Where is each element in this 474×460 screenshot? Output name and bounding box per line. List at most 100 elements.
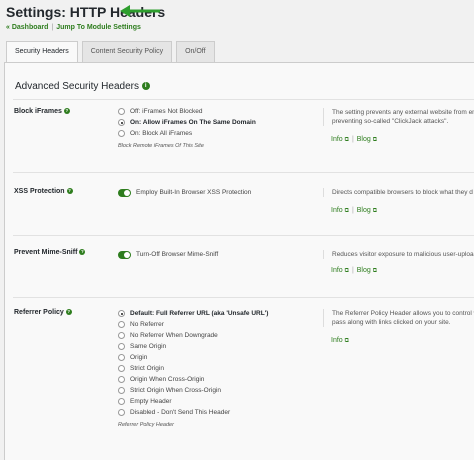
xss-options: Employ Built-In Browser XSS Protection bbox=[118, 187, 251, 198]
divider bbox=[13, 99, 474, 100]
description-line: preventing so-called "ClickJack attacks"… bbox=[332, 118, 449, 125]
option-label: Strict Origin When Cross-Origin bbox=[130, 387, 222, 394]
external-link-icon: ⧉ bbox=[344, 268, 349, 274]
info-link[interactable]: Info ⧉ bbox=[331, 136, 349, 143]
info-link-text: Info bbox=[331, 207, 343, 214]
settings-panel: Advanced Security Headers i Block iFrame… bbox=[4, 62, 474, 460]
info-link-text: Info bbox=[331, 337, 343, 344]
radio-icon[interactable] bbox=[118, 409, 125, 416]
radio-icon[interactable] bbox=[118, 398, 125, 405]
radio-icon[interactable] bbox=[118, 365, 125, 372]
help-icon[interactable]: ? bbox=[79, 249, 86, 256]
block-iframes-description: The setting prevents any external websit… bbox=[323, 108, 474, 126]
mime-sniff-toggle[interactable]: Turn-Off Browser Mime-Sniff bbox=[118, 249, 218, 260]
help-icon[interactable]: i bbox=[141, 82, 150, 91]
xss-protection-label: XSS Protection ? bbox=[14, 188, 73, 195]
external-link-icon: ⧉ bbox=[372, 137, 378, 143]
breadcrumb: « Dashboard | Jump To Module Settings bbox=[6, 24, 141, 31]
option-allow-same-domain[interactable]: On: Allow iFrames On The Same Domain bbox=[118, 117, 256, 128]
external-link-icon: ⧉ bbox=[344, 338, 349, 344]
option-strict-origin[interactable]: Strict Origin bbox=[118, 363, 268, 374]
tab-on-off[interactable]: On/Off bbox=[176, 41, 215, 63]
block-iframes-links: Info ⧉ | Blog ⧉ bbox=[331, 136, 377, 144]
jump-to-module-settings-link[interactable]: Jump To Module Settings bbox=[56, 24, 141, 31]
tab-security-headers[interactable]: Security Headers bbox=[6, 41, 78, 64]
radio-icon[interactable] bbox=[118, 343, 125, 350]
radio-icon[interactable] bbox=[118, 130, 125, 137]
blog-link[interactable]: Blog ⧉ bbox=[357, 267, 377, 274]
radio-icon[interactable] bbox=[118, 354, 125, 361]
mime-description: Reduces visitor exposure to malicious us… bbox=[323, 250, 474, 259]
option-label: Strict Origin bbox=[130, 365, 164, 372]
description-line: pass along with links clicked on your si… bbox=[332, 319, 451, 326]
radio-icon[interactable] bbox=[118, 387, 125, 394]
external-link-icon: ⧉ bbox=[372, 208, 378, 214]
info-link[interactable]: Info ⧉ bbox=[331, 337, 349, 344]
option-label: Default: Full Referrer URL (aka 'Unsafe … bbox=[130, 310, 269, 317]
option-label: Origin bbox=[130, 354, 148, 361]
info-link-text: Info bbox=[331, 136, 343, 143]
description-line: The setting prevents any external websit… bbox=[332, 109, 474, 116]
option-full-referrer-url[interactable]: Default: Full Referrer URL (aka 'Unsafe … bbox=[118, 308, 268, 319]
arrow-left-icon bbox=[120, 5, 160, 17]
option-label: On: Allow iFrames On The Same Domain bbox=[130, 119, 256, 126]
option-disabled[interactable]: Disabled - Don't Send This Header bbox=[118, 407, 268, 418]
option-no-referrer[interactable]: No Referrer bbox=[118, 319, 268, 330]
dashboard-link[interactable]: « Dashboard bbox=[6, 24, 48, 31]
option-label: Empty Header bbox=[130, 398, 172, 405]
block-iframes-label: Block iFrames ? bbox=[14, 108, 70, 115]
help-icon[interactable]: ? bbox=[63, 108, 70, 115]
info-link[interactable]: Info ⧉ bbox=[331, 207, 349, 214]
referrer-policy-label-text: Referrer Policy bbox=[14, 309, 64, 316]
option-empty-header[interactable]: Empty Header bbox=[118, 396, 268, 407]
option-label: On: Block All iFrames bbox=[130, 130, 193, 137]
option-iframes-not-blocked[interactable]: Off: iFrames Not Blocked bbox=[118, 106, 256, 117]
breadcrumb-separator: | bbox=[51, 24, 54, 31]
option-strict-origin-when-cross-origin[interactable]: Strict Origin When Cross-Origin bbox=[118, 385, 268, 396]
info-link[interactable]: Info ⧉ bbox=[331, 267, 349, 274]
help-icon[interactable]: ? bbox=[66, 188, 73, 195]
section-title-text: Advanced Security Headers bbox=[15, 81, 139, 92]
radio-icon[interactable] bbox=[118, 332, 125, 339]
option-same-origin[interactable]: Same Origin bbox=[118, 341, 268, 352]
toggle-label: Turn-Off Browser Mime-Sniff bbox=[136, 251, 219, 258]
option-origin-when-cross-origin[interactable]: Origin When Cross-Origin bbox=[118, 374, 268, 385]
radio-icon[interactable] bbox=[118, 108, 125, 115]
blog-link[interactable]: Blog ⧉ bbox=[357, 207, 377, 214]
option-block-all-iframes[interactable]: On: Block All iFrames bbox=[118, 128, 256, 139]
link-separator: | bbox=[351, 207, 354, 214]
option-no-referrer-when-downgrade[interactable]: No Referrer When Downgrade bbox=[118, 330, 268, 341]
xss-protection-label-text: XSS Protection bbox=[14, 188, 65, 195]
option-label: Off: iFrames Not Blocked bbox=[130, 108, 203, 115]
description-line: Reduces visitor exposure to malicious us… bbox=[332, 251, 474, 258]
option-label: No Referrer bbox=[130, 321, 164, 328]
toggle-switch-icon[interactable] bbox=[118, 188, 131, 197]
divider bbox=[13, 297, 474, 298]
block-iframes-hint: Block Remote iFrames Of This Site bbox=[118, 143, 204, 149]
prevent-mime-sniff-label: Prevent Mime-Sniff ? bbox=[14, 249, 86, 256]
referrer-links: Info ⧉ bbox=[331, 337, 349, 345]
option-origin[interactable]: Origin bbox=[118, 352, 268, 363]
radio-icon[interactable] bbox=[118, 321, 125, 328]
radio-selected-icon[interactable] bbox=[118, 310, 125, 317]
prevent-mime-sniff-label-text: Prevent Mime-Sniff bbox=[14, 249, 78, 256]
external-link-icon: ⧉ bbox=[344, 137, 349, 143]
link-separator: | bbox=[351, 136, 354, 143]
divider bbox=[13, 235, 474, 236]
blog-link[interactable]: Blog ⧉ bbox=[357, 136, 377, 143]
xss-description: Directs compatible browsers to block wha… bbox=[323, 188, 474, 197]
xss-links: Info ⧉ | Blog ⧉ bbox=[331, 207, 377, 215]
help-icon[interactable]: ? bbox=[65, 309, 72, 316]
block-iframes-label-text: Block iFrames bbox=[14, 108, 62, 115]
blog-link-text: Blog bbox=[356, 207, 371, 214]
link-separator: | bbox=[351, 267, 354, 274]
option-label: No Referrer When Downgrade bbox=[130, 332, 218, 339]
radio-icon[interactable] bbox=[118, 376, 125, 383]
xss-toggle[interactable]: Employ Built-In Browser XSS Protection bbox=[118, 187, 251, 198]
blog-link-text: Blog bbox=[356, 136, 371, 143]
tab-content-security-policy[interactable]: Content Security Policy bbox=[81, 41, 173, 63]
toggle-switch-icon[interactable] bbox=[118, 250, 131, 259]
radio-selected-icon[interactable] bbox=[118, 119, 125, 126]
toggle-label: Employ Built-In Browser XSS Protection bbox=[136, 189, 252, 196]
referrer-description: The Referrer Policy Header allows you to… bbox=[323, 309, 474, 327]
